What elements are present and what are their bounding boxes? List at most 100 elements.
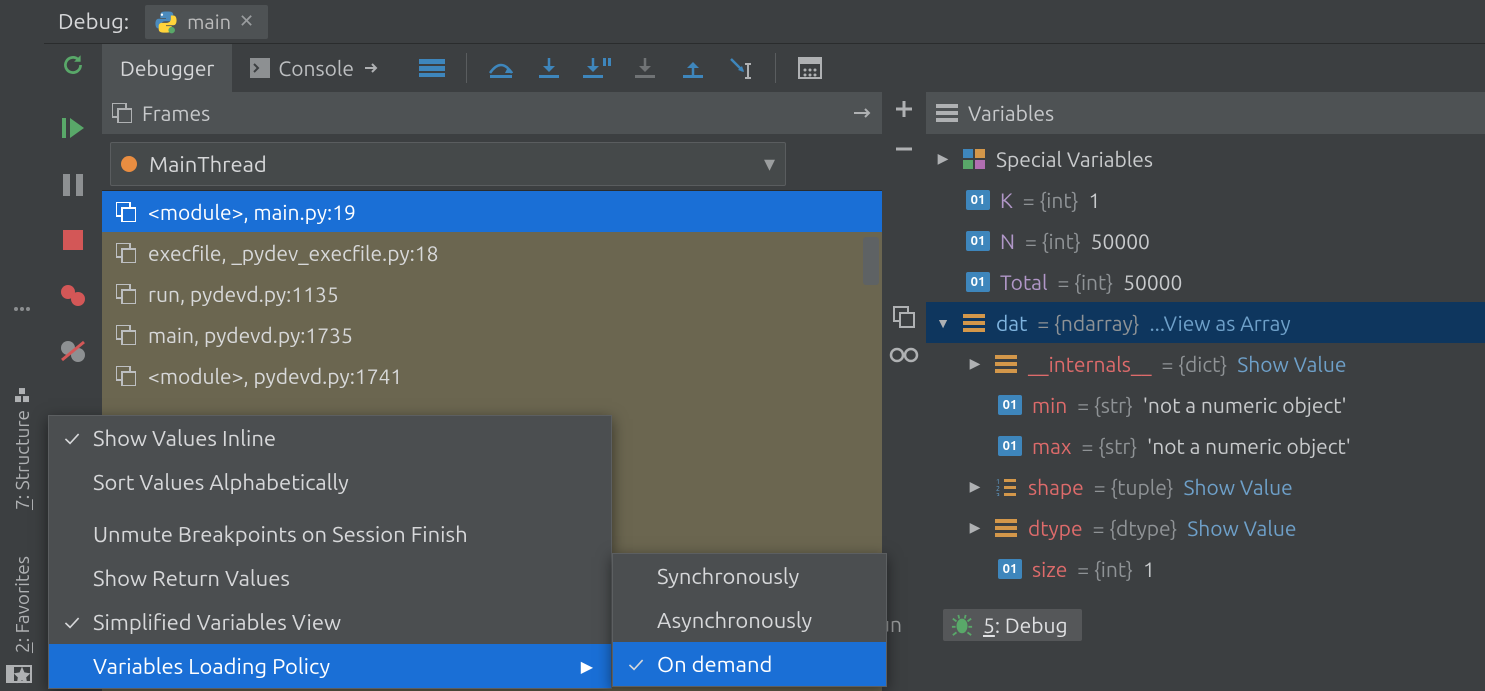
add-watch-icon[interactable] bbox=[893, 98, 915, 120]
var-row[interactable]: ▼ dat= {ndarray} ...View as Array bbox=[926, 302, 1485, 343]
watches-icon[interactable] bbox=[889, 346, 919, 364]
array-icon bbox=[994, 354, 1018, 374]
expand-icon[interactable]: ▶ bbox=[934, 150, 952, 167]
debug-tool-window-button[interactable]: 5: Debug bbox=[943, 609, 1082, 641]
expand-icon[interactable]: ▶ bbox=[966, 519, 984, 536]
var-row[interactable]: ▶ 123 shape= {tuple} Show Value bbox=[926, 466, 1485, 507]
view-as-array-link[interactable]: ...View as Array bbox=[1150, 311, 1291, 335]
tool-windows-icon[interactable] bbox=[6, 663, 32, 685]
evaluate-expression-icon[interactable] bbox=[786, 44, 834, 92]
pause-icon[interactable] bbox=[63, 174, 83, 196]
ctx-async[interactable]: Asynchronously bbox=[613, 598, 886, 642]
ctx-on-demand[interactable]: ✓On demand bbox=[613, 642, 886, 686]
debugger-tab[interactable]: Debugger bbox=[102, 44, 232, 92]
list-icon: 123 bbox=[994, 477, 1018, 497]
step-into-my-code-icon[interactable] bbox=[573, 44, 621, 92]
int-icon: 01 bbox=[966, 231, 990, 251]
check-icon: ✓ bbox=[61, 426, 83, 451]
variables-gutter bbox=[882, 92, 926, 691]
ctx-variables-loading-policy[interactable]: Variables Loading Policy▶ bbox=[49, 644, 611, 688]
var-value: 'not a numeric object' bbox=[1143, 393, 1347, 417]
int-icon: 01 bbox=[966, 190, 990, 210]
resume-icon[interactable] bbox=[62, 116, 84, 140]
var-value: 50000 bbox=[1123, 270, 1182, 294]
int-icon: 01 bbox=[998, 436, 1022, 456]
ctx-simplified-view[interactable]: ✓Simplified Variables View bbox=[49, 600, 611, 644]
variables-title: Variables bbox=[968, 101, 1054, 125]
variables-panel: Variables ▶ Special Variables 01 K= {int… bbox=[926, 92, 1485, 691]
stack-frame-icon bbox=[116, 243, 136, 263]
var-row[interactable]: 01 K= {int}1 bbox=[926, 179, 1485, 220]
favorites-label: 2: Favorites bbox=[11, 556, 33, 653]
structure-tool-window-button[interactable]: 7: Structure bbox=[11, 378, 33, 518]
run-to-cursor-icon[interactable] bbox=[717, 44, 765, 92]
frame-row[interactable]: <module>, pydevd.py:1741 bbox=[102, 355, 882, 396]
frame-row[interactable]: main, pydevd.py:1735 bbox=[102, 314, 882, 355]
run-config-name: main bbox=[187, 10, 231, 33]
console-tab[interactable]: Console bbox=[232, 44, 398, 92]
var-row[interactable]: 01 min= {str}'not a numeric object' bbox=[926, 384, 1485, 425]
frames-header: Frames bbox=[102, 92, 882, 134]
step-out-icon[interactable] bbox=[669, 44, 717, 92]
ctx-show-values-inline[interactable]: ✓Show Values Inline bbox=[49, 416, 611, 460]
stack-frame-icon bbox=[116, 325, 136, 345]
frame-row[interactable]: execfile, _pydev_execfile.py:18 bbox=[102, 232, 882, 273]
var-name: max bbox=[1032, 434, 1072, 458]
var-row[interactable]: ▶ dtype= {dtype} Show Value bbox=[926, 507, 1485, 548]
thread-selector[interactable]: MainThread ▾ bbox=[110, 142, 786, 186]
left-tool-rails: 7: Structure 2: Favorites bbox=[0, 0, 44, 691]
frame-label: execfile, _pydev_execfile.py:18 bbox=[148, 241, 438, 265]
ctx-sort-alpha[interactable]: Sort Values Alphabetically bbox=[49, 460, 611, 504]
var-row[interactable]: 01 size= {int}1 bbox=[926, 548, 1485, 589]
ctx-unmute-breakpoints[interactable]: Unmute Breakpoints on Session Finish bbox=[49, 512, 611, 556]
rerun-icon[interactable] bbox=[60, 52, 86, 78]
copy-icon[interactable] bbox=[893, 306, 915, 328]
step-over-icon[interactable] bbox=[477, 44, 525, 92]
var-name: size bbox=[1032, 557, 1067, 581]
frame-row[interactable]: <module>, main.py:19 bbox=[102, 191, 882, 232]
var-name: min bbox=[1032, 393, 1067, 417]
stop-icon[interactable] bbox=[63, 230, 83, 250]
variables-icon bbox=[936, 104, 958, 122]
expand-icon[interactable]: ▶ bbox=[966, 478, 984, 495]
step-into-icon[interactable] bbox=[525, 44, 573, 92]
mute-breakpoints-icon[interactable] bbox=[60, 340, 86, 362]
var-row[interactable]: 01 N= {int}50000 bbox=[926, 220, 1485, 261]
frame-label: run, pydevd.py:1135 bbox=[148, 282, 339, 306]
frame-label: <module>, main.py:19 bbox=[148, 200, 356, 224]
show-value-link[interactable]: Show Value bbox=[1237, 352, 1346, 376]
var-row[interactable]: ▶ __internals__= {dict} Show Value bbox=[926, 343, 1485, 384]
force-step-into-icon[interactable] bbox=[621, 44, 669, 92]
frame-row[interactable]: run, pydevd.py:1135 bbox=[102, 273, 882, 314]
run-config-tab[interactable]: main ✕ bbox=[145, 5, 268, 39]
var-name: dat bbox=[996, 311, 1027, 335]
var-value: 1 bbox=[1143, 557, 1155, 581]
view-breakpoints-icon[interactable] bbox=[60, 284, 86, 306]
restore-layout-icon[interactable] bbox=[852, 105, 872, 121]
int-icon: 01 bbox=[966, 272, 990, 292]
ctx-sync[interactable]: Synchronously bbox=[613, 554, 886, 598]
remove-watch-icon[interactable] bbox=[893, 138, 915, 160]
var-row[interactable]: 01 Total= {int}50000 bbox=[926, 261, 1485, 302]
close-icon[interactable]: ✕ bbox=[239, 11, 254, 32]
variables-tree[interactable]: ▶ Special Variables 01 K= {int}1 01 N= {… bbox=[926, 134, 1485, 691]
thread-dump-icon[interactable] bbox=[408, 44, 456, 92]
var-name: K bbox=[1000, 188, 1013, 212]
array-icon bbox=[962, 313, 986, 333]
var-row[interactable]: 01 max= {str}'not a numeric object' bbox=[926, 425, 1485, 466]
ctx-show-return-values[interactable]: Show Return Values bbox=[49, 556, 611, 600]
show-value-link[interactable]: Show Value bbox=[1184, 475, 1293, 499]
show-value-link[interactable]: Show Value bbox=[1187, 516, 1296, 540]
thread-name: MainThread bbox=[149, 152, 267, 177]
expand-icon[interactable]: ▶ bbox=[966, 355, 984, 372]
frame-label: main, pydevd.py:1735 bbox=[148, 323, 353, 347]
console-icon bbox=[250, 58, 270, 78]
collapse-icon[interactable]: ▼ bbox=[934, 315, 952, 331]
favorites-tool-window-button[interactable]: 2: Favorites bbox=[11, 548, 33, 661]
var-value: 1 bbox=[1088, 188, 1100, 212]
var-value: 50000 bbox=[1091, 229, 1150, 253]
stack-frame-icon bbox=[116, 366, 136, 386]
int-icon: 01 bbox=[998, 559, 1022, 579]
chevron-down-icon: ▾ bbox=[764, 151, 775, 177]
var-row[interactable]: ▶ Special Variables bbox=[926, 138, 1485, 179]
